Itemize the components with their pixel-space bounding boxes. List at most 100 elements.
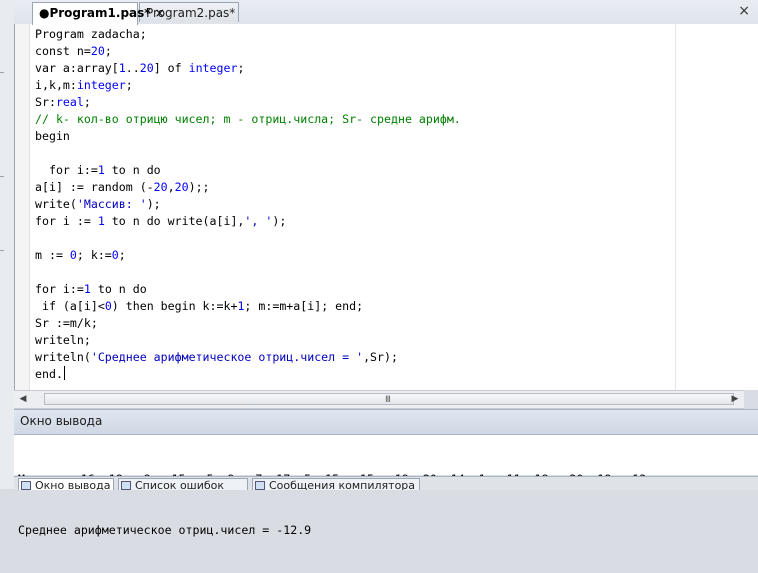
code-token: to n do — [90, 282, 147, 296]
code-line: writeln; — [35, 332, 461, 349]
code-token: 0 — [104, 299, 112, 313]
output-window-title: Окно вывода — [20, 414, 103, 428]
code-line: Sr:real; — [35, 94, 461, 111]
output-text: Массив: -16, 18, -8, -15, -5, 9, -7, 17,… — [18, 437, 653, 573]
code-token: ,Sr); — [363, 350, 398, 364]
panel-mark — [0, 250, 4, 251]
tab-program1[interactable]: ●Program1.pas* × — [32, 2, 165, 25]
code-token: 1 — [118, 61, 126, 75]
code-line: write('Массив: '); — [35, 196, 461, 213]
code-token: 'Массив: ' — [76, 197, 147, 211]
right-margin-guide — [675, 24, 676, 390]
code-token: writeln; — [35, 333, 91, 347]
code-token: i,k,m: — [35, 78, 77, 92]
code-line: var a:array[1..20] of integer; — [35, 60, 461, 77]
scroll-right-icon[interactable]: ▶ — [728, 393, 742, 406]
code-token: 0 — [111, 248, 119, 262]
scroll-grip: III — [385, 395, 391, 405]
code-token: begin — [35, 129, 70, 143]
output-window-header: Окно вывода — [14, 409, 758, 435]
output-line: Среднее арифметическое отриц.чисел = -12… — [18, 523, 312, 537]
code-token: write( — [35, 197, 77, 211]
code-token: 20 — [174, 180, 189, 194]
code-line: i,k,m:integer; — [35, 77, 461, 94]
code-token: 'Среднее арифметическое отриц.чисел = ' — [90, 350, 364, 364]
code-token: );; — [188, 180, 210, 194]
code-token: , — [167, 180, 175, 194]
code-line: begin — [35, 128, 461, 145]
tab-compiler-messages[interactable]: Сообщения компилятора — [252, 478, 420, 490]
code-token: for i:= — [35, 163, 98, 177]
code-line: m := 0; k:=0; — [35, 247, 461, 264]
code-token: ; — [83, 95, 91, 109]
code-line: const n=20; — [35, 43, 461, 60]
code-token: ); — [146, 197, 161, 211]
code-token: ', ' — [244, 214, 273, 228]
tab-close-icon[interactable]: × — [155, 6, 165, 20]
code-token: Sr :=m/k; — [35, 316, 98, 330]
editor-tab-bar: ●Program1.pas* × Program2.pas* × — [14, 0, 758, 25]
code-line: a[i] := random (-20,20);; — [35, 179, 461, 196]
code-token: ] of — [153, 61, 189, 75]
code-token: ); — [272, 214, 287, 228]
code-token: ; m:=m+a[i]; end; — [244, 299, 364, 313]
panel-mark — [0, 72, 4, 73]
code-editor[interactable]: Program zadacha; const n=20; var a:array[1… — [14, 24, 758, 390]
tab-label: Список ошибок — [135, 479, 225, 490]
code-line: if (a[i]<0) then begin k:=k+1; m:=m+a[i]… — [35, 298, 461, 315]
tab-label: Сообщения компилятора — [269, 479, 416, 490]
code-token: integer — [76, 78, 126, 92]
code-token: 20 — [139, 61, 154, 75]
code-token: ; — [237, 61, 245, 75]
panel-mark — [0, 176, 4, 177]
code-token: Sr: — [35, 95, 56, 109]
code-token: // k- кол-во отрицю чисел; m - отриц.чис… — [35, 112, 461, 126]
scrollbar-thumb[interactable]: III — [44, 393, 734, 405]
code-token: if (a[i]< — [35, 299, 105, 313]
code-line: Sr :=m/k; — [35, 315, 461, 332]
code-line: writeln('Среднее арифметическое отриц.чи… — [35, 349, 461, 366]
code-text[interactable]: Program zadacha; const n=20; var a:array[1… — [35, 26, 461, 383]
code-token: ; — [104, 44, 112, 58]
code-token: real — [55, 95, 84, 109]
code-token: to n do — [104, 163, 161, 177]
code-token: 0 — [69, 248, 77, 262]
tab-error-list[interactable]: Список ошибок — [118, 478, 248, 490]
bottom-panel-tabs: Окно вывода Список ошибок Сообщения комп… — [14, 476, 758, 490]
code-token: end. — [35, 367, 63, 381]
code-token: 1 — [97, 214, 105, 228]
code-token: for i:= — [35, 282, 84, 296]
code-line: Program zadacha; — [35, 26, 461, 43]
code-token: m := — [35, 248, 70, 262]
code-token: writeln( — [35, 350, 91, 364]
code-token: var a:array[ — [35, 61, 119, 75]
code-token: ) then begin k:=k+ — [111, 299, 238, 313]
tab-program1-label: ●Program1.pas* — [39, 6, 151, 20]
text-caret — [63, 366, 65, 380]
close-editor-icon[interactable]: × — [738, 3, 750, 19]
code-token: 1 — [83, 282, 91, 296]
code-line: for i:=1 to n do — [35, 281, 461, 298]
output-window[interactable]: Массив: -16, 18, -8, -15, -5, 9, -7, 17,… — [14, 435, 758, 537]
left-panel-edge — [0, 0, 14, 489]
code-token: a[i] := random (- — [35, 180, 154, 194]
code-token: ; k:= — [76, 248, 112, 262]
code-token: 1 — [97, 163, 105, 177]
code-line: // k- кол-во отрицю чисел; m - отриц.чис… — [35, 111, 461, 128]
code-token: ; — [118, 248, 126, 262]
code-token: .. — [125, 61, 140, 75]
tab-program2[interactable]: Program2.pas* — [139, 2, 239, 22]
horizontal-scrollbar[interactable]: ◀ III ▶ — [14, 390, 744, 409]
tab-label: Окно вывода — [35, 479, 111, 490]
code-line: for i := 1 to n do write(a[i],', '); — [35, 213, 461, 230]
code-token: 20 — [153, 180, 168, 194]
code-token: 20 — [90, 44, 105, 58]
code-line: end. — [35, 366, 461, 383]
code-line: for i:=1 to n do — [35, 162, 461, 179]
code-token: Program zadacha; — [35, 27, 147, 41]
scroll-left-icon[interactable]: ◀ — [16, 393, 30, 406]
tab-output-window[interactable]: Окно вывода — [18, 478, 114, 490]
